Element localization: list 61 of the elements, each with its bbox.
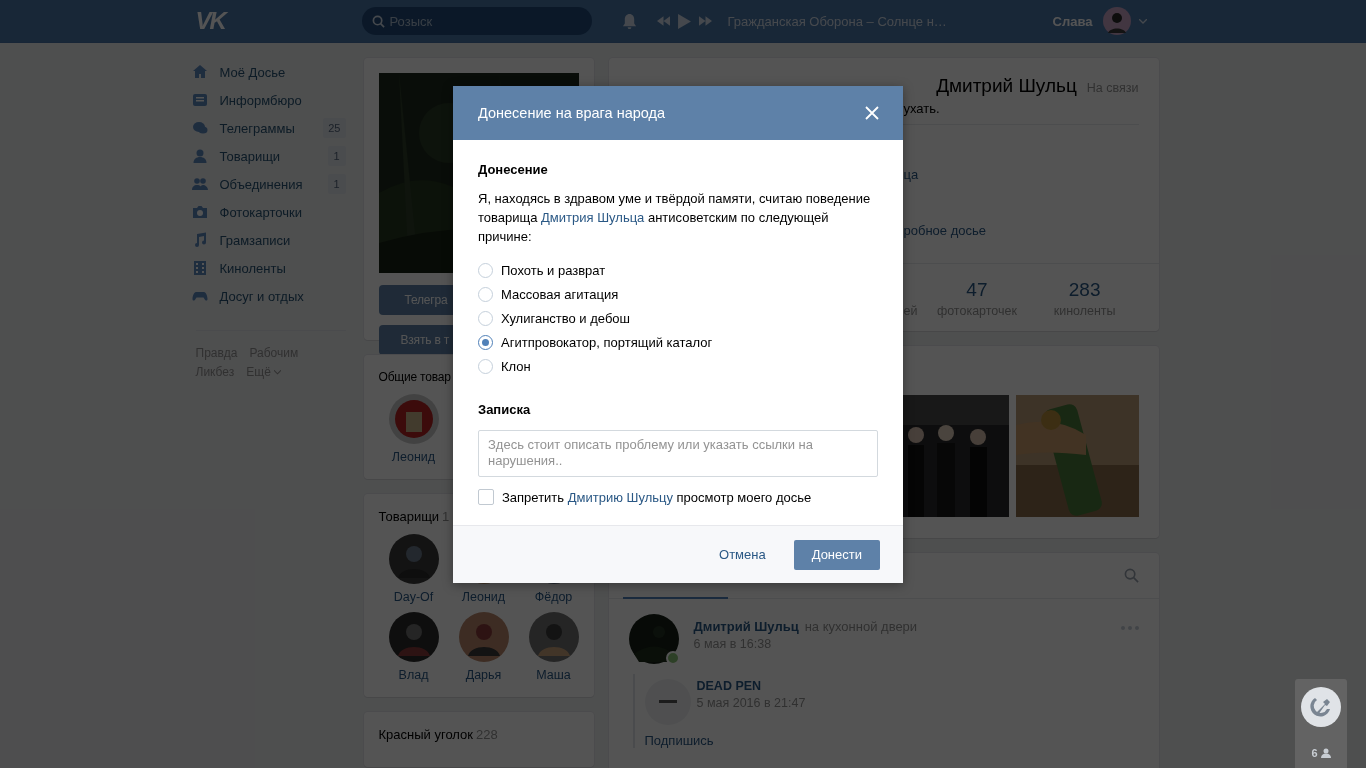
reason-label[interactable]: Похоть и разврат	[501, 263, 606, 278]
report-text: Я, находясь в здравом уме и твёрдой памяти, считаю поведение товарища Дмитрия Шульца антисоветским по следующей причине:	[478, 190, 872, 246]
play-icon[interactable]	[677, 13, 691, 29]
friend-name[interactable]: Фёдор	[534, 590, 573, 604]
block-title: Товарищи	[378, 509, 440, 524]
chat-widget[interactable]: 6	[1295, 679, 1347, 768]
friend-name[interactable]: Дарья	[465, 668, 502, 682]
sidebar-item[interactable]: Моё Досье	[195, 58, 346, 86]
sidebar-item[interactable]: Фотокарточки	[195, 198, 346, 226]
checkbox[interactable]	[478, 489, 494, 505]
person-icon	[1320, 748, 1331, 758]
close-icon[interactable]	[865, 106, 879, 120]
profile-link[interactable]: Дмитрия Шульца	[541, 210, 645, 225]
repost-author[interactable]: DEAD PEN	[696, 679, 806, 693]
reason-label[interactable]: Хулиганство и дебош	[501, 311, 631, 326]
friend-name[interactable]: Влад	[398, 668, 429, 682]
section-title: Донесение	[478, 162, 548, 177]
friend-name[interactable]: Маша	[536, 668, 571, 682]
note-field[interactable]: Здесь стоит описать проблему или указать ссылки на нарушения..	[478, 430, 878, 477]
profile-link[interactable]: Дмитрию Шульцу	[567, 489, 673, 505]
stat-value[interactable]: 47	[966, 279, 988, 301]
section-title: Записка	[478, 402, 531, 417]
menu-icon	[191, 176, 208, 192]
friend-name[interactable]: Леонид	[461, 590, 506, 604]
dialog-title: Донесение на врага народа	[478, 105, 666, 121]
online-count: 6	[1311, 747, 1318, 759]
bell-icon[interactable]	[621, 12, 637, 30]
post-author[interactable]: Дмитрий Шульц	[693, 619, 799, 634]
menu-icon	[191, 260, 208, 276]
menu-icon	[191, 204, 208, 220]
block-title: Красный уголок	[378, 727, 473, 742]
info-link[interactable]: ца	[903, 167, 919, 182]
search-icon	[371, 15, 385, 28]
sidebar-item[interactable]: Киноленты	[195, 254, 346, 282]
menu-icon	[191, 64, 208, 80]
search-icon[interactable]	[1123, 568, 1139, 583]
friend-name[interactable]: Леонид	[391, 450, 436, 464]
reason-label[interactable]: Клон	[501, 359, 531, 374]
menu-icon	[191, 92, 208, 108]
friend-name[interactable]: Day-Of	[393, 590, 434, 604]
caret-icon[interactable]	[1138, 18, 1147, 24]
sidebar-item[interactable]: Грамзаписи	[195, 226, 346, 254]
menu-icon	[191, 120, 208, 136]
hammer-sickle-icon[interactable]	[1301, 687, 1341, 727]
block-title: Общие товар	[378, 370, 451, 384]
caret-icon	[273, 369, 281, 375]
previous-icon[interactable]	[656, 16, 670, 26]
profile-name: Дмитрий Шульц	[936, 75, 1077, 97]
repost-text[interactable]: Подпишись	[644, 733, 714, 748]
status-text: ухать.	[903, 101, 940, 116]
sidebar-item[interactable]: Досуг и отдых	[195, 282, 346, 310]
checkbox-label[interactable]: Запретить Дмитрию Шульцу просмотр моего досье	[502, 489, 812, 505]
submit-button[interactable]: Донести	[793, 539, 880, 570]
reason-label[interactable]: Агитпровокатор, портящий каталог	[501, 335, 713, 350]
sidebar-item[interactable]: Информбюро	[195, 86, 346, 114]
cancel-button[interactable]: Отмена	[703, 540, 782, 569]
info-link[interactable]: робное досье	[903, 223, 986, 238]
reason-label[interactable]: Массовая агитация	[501, 287, 619, 302]
stat-value[interactable]: 283	[1068, 279, 1101, 301]
next-icon[interactable]	[698, 16, 712, 26]
menu-icon	[191, 148, 208, 164]
